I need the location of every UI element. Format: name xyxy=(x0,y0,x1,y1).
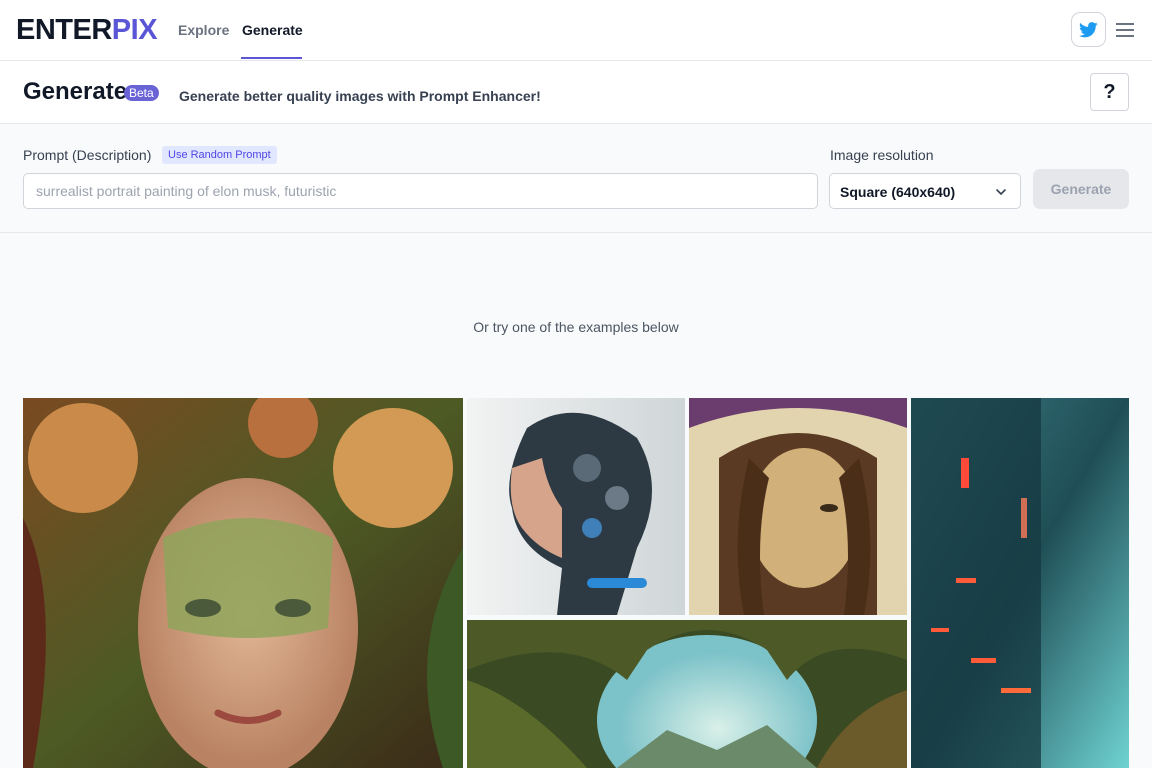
resolution-select[interactable]: Square (640x640) xyxy=(829,173,1021,209)
active-tab-indicator xyxy=(241,57,302,59)
nav-link-generate[interactable]: Generate xyxy=(242,22,303,39)
chevron-down-icon xyxy=(996,189,1006,195)
hamburger-menu-button[interactable] xyxy=(1114,19,1136,41)
page-title: Generate xyxy=(23,78,128,105)
logo-text-enter: ENTER xyxy=(16,14,112,46)
examples-caption: Or try one of the examples below xyxy=(473,319,679,335)
prompt-form: Prompt (Description) Use Random Prompt I… xyxy=(0,124,1152,233)
twitter-button[interactable] xyxy=(1071,12,1106,47)
resolution-value: Square (640x640) xyxy=(840,184,956,200)
nav-link-explore[interactable]: Explore xyxy=(178,22,229,39)
help-button[interactable]: ? xyxy=(1090,73,1129,111)
logo-text-pix: PIX xyxy=(111,14,158,46)
page-header: Generate Beta Generate better quality im… xyxy=(0,61,1152,124)
use-random-prompt-button[interactable]: Use Random Prompt xyxy=(162,146,277,164)
enterpix-logo[interactable]: ENTERPIX xyxy=(16,14,158,46)
hamburger-menu-icon xyxy=(1116,23,1134,37)
page-subtitle: Generate better quality images with Prom… xyxy=(179,88,541,104)
beta-badge: Beta xyxy=(124,85,159,101)
example-image-cyberpunk-city[interactable] xyxy=(911,398,1129,768)
example-image-cyborg[interactable] xyxy=(467,398,685,615)
example-image-art-nouveau-man[interactable] xyxy=(689,398,907,615)
prompt-input[interactable] xyxy=(23,173,818,209)
example-image-fantasy-cave[interactable] xyxy=(467,620,907,768)
prompt-label: Prompt (Description) xyxy=(23,147,152,163)
top-navbar: ENTERPIX Explore Generate xyxy=(0,0,1152,61)
resolution-label: Image resolution xyxy=(830,147,934,163)
example-image-nature-woman[interactable] xyxy=(23,398,463,768)
twitter-icon xyxy=(1079,21,1098,37)
generate-button[interactable]: Generate xyxy=(1033,169,1129,209)
